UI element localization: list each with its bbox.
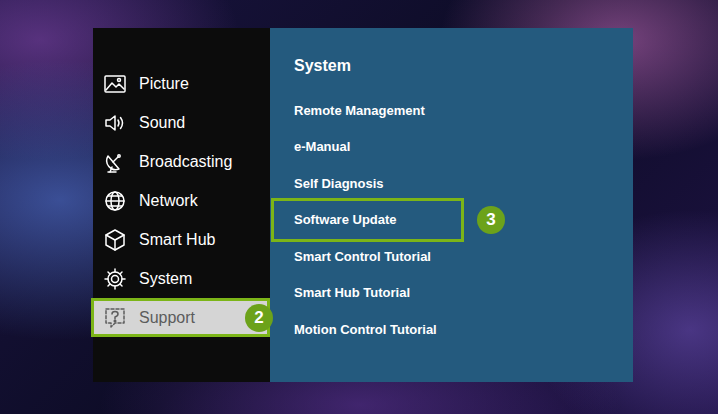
- step-badge: 2: [245, 304, 273, 332]
- submenu-item[interactable]: Motion Control Tutorial: [270, 311, 633, 348]
- submenu-item-label: Remote Management: [294, 103, 425, 118]
- submenu-item-label: Smart Control Tutorial: [294, 249, 431, 264]
- picture-icon: [103, 72, 127, 96]
- menu-item-label: Network: [139, 192, 198, 210]
- cube-icon: [103, 228, 127, 252]
- menu-item-label: Sound: [139, 114, 185, 132]
- submenu-title: System: [270, 56, 633, 76]
- submenu-item[interactable]: Software Update 3: [270, 202, 633, 239]
- menu-item-label: Smart Hub: [139, 231, 215, 249]
- submenu-item-label: Smart Hub Tutorial: [294, 285, 410, 300]
- submenu-item-label: Software Update: [294, 212, 397, 227]
- submenu-item-label: Self Diagnosis: [294, 176, 384, 191]
- menu-item[interactable]: Network: [93, 181, 270, 220]
- submenu-item-label: e-Manual: [294, 139, 350, 154]
- submenu-item[interactable]: Self Diagnosis: [270, 165, 633, 202]
- main-menu: Picture Sound Broadcasting Network Smart…: [93, 28, 270, 382]
- menu-item-label: Picture: [139, 75, 189, 93]
- globe-icon: [103, 189, 127, 213]
- gear-icon: [103, 267, 127, 291]
- menu-item[interactable]: Broadcasting: [93, 142, 270, 181]
- menu-item[interactable]: Sound: [93, 103, 270, 142]
- settings-menu: Picture Sound Broadcasting Network Smart…: [93, 28, 633, 382]
- space-background: Picture Sound Broadcasting Network Smart…: [0, 0, 718, 414]
- speaker-icon: [103, 111, 127, 135]
- submenu-item[interactable]: e-Manual: [270, 129, 633, 166]
- submenu-item[interactable]: Smart Hub Tutorial: [270, 275, 633, 312]
- menu-item-label: Broadcasting: [139, 153, 232, 171]
- menu-item[interactable]: Smart Hub: [93, 220, 270, 259]
- satellite-dish-icon: [103, 150, 127, 174]
- step-badge: 3: [477, 206, 505, 234]
- menu-item[interactable]: System: [93, 259, 270, 298]
- menu-item-label: Support: [139, 309, 195, 327]
- submenu-item[interactable]: Smart Control Tutorial: [270, 238, 633, 275]
- menu-item-label: System: [139, 270, 192, 288]
- help-bubble-icon: [103, 306, 127, 330]
- menu-item[interactable]: Support 2: [91, 298, 270, 337]
- submenu-item-label: Motion Control Tutorial: [294, 322, 437, 337]
- menu-item[interactable]: Picture: [93, 64, 270, 103]
- submenu-panel: System Remote Management e-Manual Self D…: [270, 28, 633, 382]
- submenu-item[interactable]: Remote Management: [270, 92, 633, 129]
